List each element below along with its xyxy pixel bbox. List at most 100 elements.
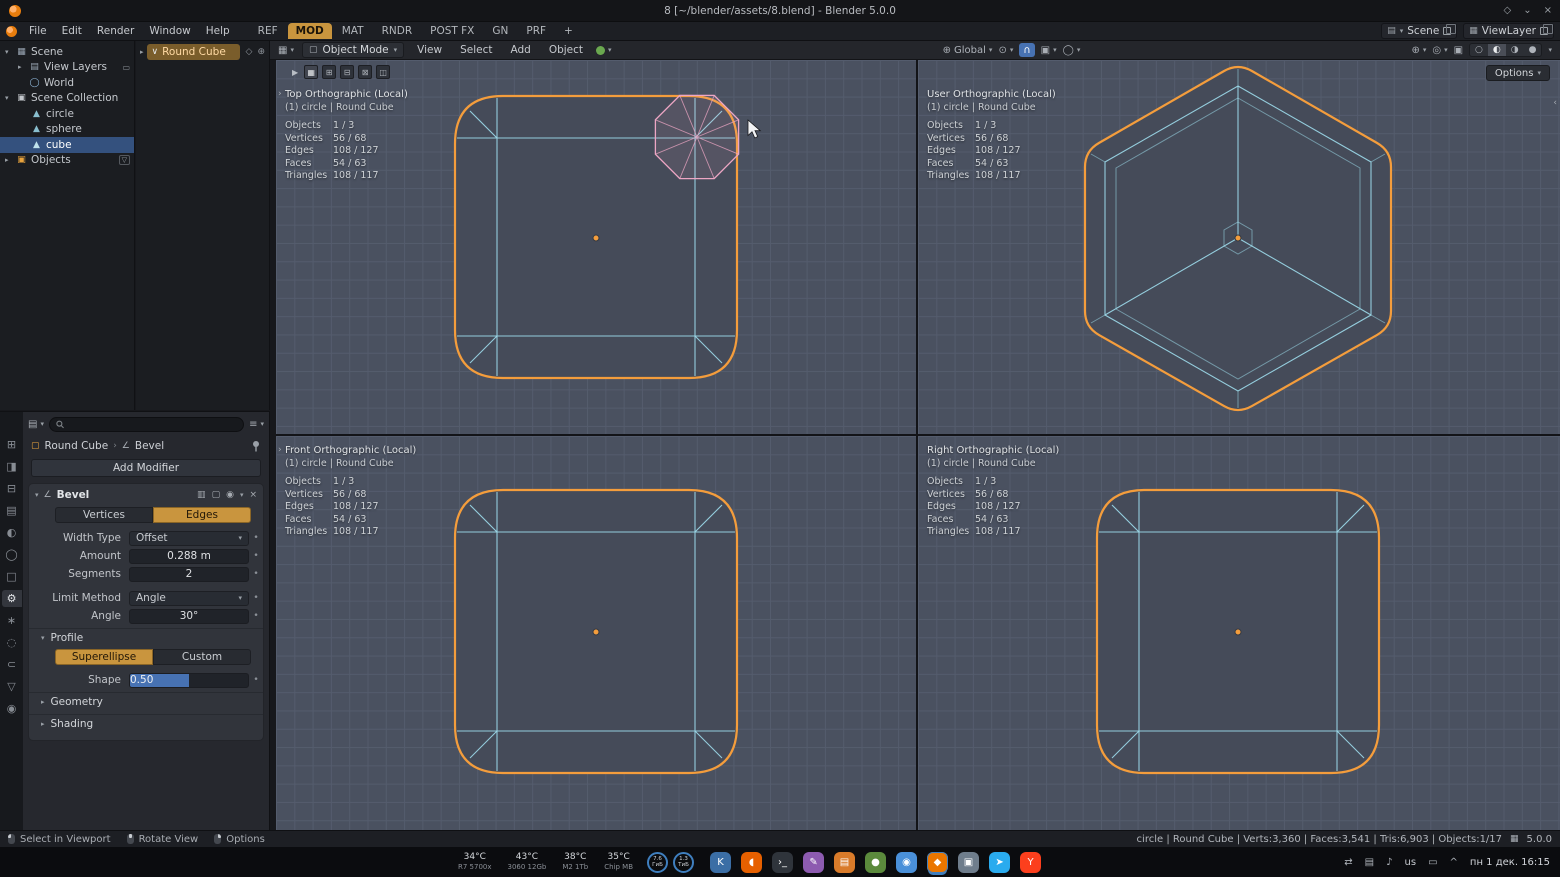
scene-selector[interactable]: ▤ ▾ Scene — [1381, 23, 1457, 39]
menu-window[interactable]: Window — [142, 24, 197, 38]
mode-dropdown[interactable]: ▢ Object Mode ▾ — [302, 42, 404, 58]
tool-header-expand-icon[interactable]: ▶ — [292, 68, 298, 77]
blender-app-icon[interactable]: ◆ — [927, 852, 948, 873]
xray-toggle[interactable]: ▣ — [1454, 45, 1463, 56]
viewport-menu-object[interactable]: Object — [544, 43, 588, 57]
firefox-icon[interactable]: ◖ — [741, 852, 762, 873]
expand-caret-icon[interactable]: ▸ — [18, 63, 28, 71]
properties-editor-type-button[interactable]: ▤ ▾ — [28, 419, 44, 430]
scene-tab-icon[interactable]: ◐ — [2, 524, 22, 541]
proportional-editing-dropdown[interactable]: ◯ ▾ — [1063, 45, 1081, 56]
profile-subpanel-header[interactable]: ▾ Profile — [29, 628, 263, 647]
custom-button[interactable]: Custom — [153, 649, 251, 665]
render-display-toggle[interactable]: ◉ — [226, 490, 234, 500]
volume-icon[interactable]: ♪ — [1386, 857, 1392, 868]
physics-tab-icon[interactable]: ◌ — [2, 634, 22, 651]
krita-icon[interactable]: ✎ — [803, 852, 824, 873]
outliner-row-view-layers[interactable]: ▸ ▤ View Layers ▭ — [0, 60, 134, 76]
toolbar-expand-icon[interactable]: › — [278, 89, 282, 99]
app-icon-green[interactable]: ● — [865, 852, 886, 873]
menu-edit[interactable]: Edit — [55, 24, 89, 38]
shading-dropdown-icon[interactable]: ▾ — [1548, 46, 1552, 54]
toolbar-expand-icon[interactable]: › — [278, 445, 282, 455]
workspace-tab-mat[interactable]: MAT — [334, 23, 372, 39]
modifier-extras-menu[interactable]: ▾ — [240, 491, 244, 499]
telegram-icon[interactable]: ➤ — [989, 852, 1010, 873]
active-tool-button[interactable]: ▾ — [596, 46, 612, 55]
properties-search-box[interactable] — [49, 417, 244, 432]
keyboard-layout[interactable]: us — [1405, 857, 1417, 868]
tray-expander-icon[interactable]: ^ — [1450, 857, 1458, 868]
expand-caret-icon[interactable]: ▾ — [5, 48, 15, 56]
files-icon[interactable]: ▣ — [958, 852, 979, 873]
animate-dot-icon[interactable]: • — [249, 533, 263, 543]
particles-tab-icon[interactable]: ∗ — [2, 612, 22, 629]
viewport-user-ortho[interactable]: ‹ User Orthographic (Local) (1) circle |… — [918, 60, 1560, 434]
outliner-row-objects[interactable]: ▸ ▣ Objects ▽ — [0, 153, 134, 169]
scene-browse-icon[interactable]: ▤ — [1387, 26, 1396, 36]
viewport-menu-view[interactable]: View — [412, 43, 447, 57]
blender-menu-icon[interactable] — [6, 26, 17, 37]
workspace-tab-postfx[interactable]: POST FX — [422, 23, 482, 39]
modifiers-wrench-tab-icon[interactable]: ⚙ — [2, 590, 22, 607]
window-close-button[interactable]: × — [1544, 5, 1552, 16]
clock[interactable]: пн 1 дек. 16:15 — [1470, 857, 1550, 868]
outliner-row-world[interactable]: ◯ World — [0, 75, 134, 91]
menu-file[interactable]: File — [22, 24, 54, 38]
crosshair-icon[interactable]: ⊕ — [257, 47, 265, 57]
sync-icon[interactable]: ◇ — [246, 47, 253, 57]
circle-object-selected[interactable] — [655, 95, 738, 178]
object-data-tab-icon[interactable]: ▽ — [2, 678, 22, 695]
transform-orientation-dropdown[interactable]: ⊕ Global ▾ — [943, 45, 993, 56]
select-mode-new-icon[interactable]: ▦ — [304, 65, 318, 79]
yandex-browser-icon[interactable]: Y — [1020, 852, 1041, 873]
filter-button[interactable]: ≡ ▾ — [249, 419, 264, 430]
window-minimize-button[interactable]: ⌄ — [1523, 5, 1531, 16]
affect-vertices-button[interactable]: Vertices — [55, 507, 153, 523]
editor-type-button[interactable]: ▦ ▾ — [278, 45, 294, 56]
updates-icon[interactable]: ⇄ — [1344, 857, 1352, 868]
snap-with-dropdown[interactable]: ▣ ▾ — [1041, 45, 1057, 56]
animate-dot-icon[interactable]: • — [249, 675, 263, 685]
viewport-front-ortho[interactable]: › Front Orthographic (Local) (1) circle … — [276, 436, 916, 830]
tool-tab-icon[interactable]: ⊞ — [2, 436, 22, 453]
collapse-caret-icon[interactable]: ▾ — [35, 491, 39, 499]
material-shading-icon[interactable]: ◑ — [1506, 44, 1524, 56]
app-icon-blue[interactable]: K — [710, 852, 731, 873]
clipboard-icon[interactable]: ▤ — [1365, 857, 1374, 868]
workspace-tab-mod[interactable]: MOD — [288, 23, 332, 39]
options-button[interactable]: Options ▾ — [1486, 65, 1550, 81]
display-icon[interactable]: ▭ — [1428, 857, 1437, 868]
workspace-tab-ref[interactable]: REF — [250, 23, 286, 39]
animate-dot-icon[interactable]: • — [249, 569, 263, 579]
render-tab-icon[interactable]: ◨ — [2, 458, 22, 475]
sidebar-expand-icon[interactable]: ‹ — [1553, 98, 1557, 108]
material-tab-icon[interactable]: ◉ — [2, 700, 22, 717]
output-tab-icon[interactable]: ⊟ — [2, 480, 22, 497]
rendered-shading-icon[interactable]: ● — [1524, 44, 1542, 56]
new-scene-icon[interactable] — [1443, 27, 1451, 35]
new-viewlayer-icon[interactable] — [1540, 27, 1548, 35]
outliner-row-scene[interactable]: ▾ ▦ Scene — [0, 44, 134, 60]
animate-dot-icon[interactable]: • — [249, 551, 263, 561]
width-type-dropdown[interactable]: Offset ▾ — [129, 531, 249, 546]
chromium-icon[interactable]: ◉ — [896, 852, 917, 873]
viewport-top-ortho[interactable]: › Top Orthographic (Local) (1) circle | … — [276, 60, 916, 434]
outliner-row-scene-collection[interactable]: ▾ ▣ Scene Collection — [0, 91, 134, 107]
select-mode-intersect-icon[interactable]: ◫ — [376, 65, 390, 79]
amount-field[interactable]: 0.288 m — [129, 549, 249, 564]
affect-edges-button[interactable]: Edges — [153, 507, 251, 523]
limit-method-dropdown[interactable]: Angle ▾ — [129, 591, 249, 606]
breadcrumb-object[interactable]: Round Cube — [45, 440, 109, 452]
menu-render[interactable]: Render — [90, 24, 141, 38]
workspace-tab-gn[interactable]: GN — [484, 23, 516, 39]
add-modifier-button[interactable]: Add Modifier — [31, 459, 261, 477]
animate-dot-icon[interactable]: • — [249, 593, 263, 603]
terminal-icon[interactable]: ›_ — [772, 852, 793, 873]
select-mode-invert-icon[interactable]: ⊠ — [358, 65, 372, 79]
solid-shading-icon[interactable]: ◐ — [1488, 44, 1506, 56]
geometry-subpanel-header[interactable]: ▸ Geometry — [29, 692, 263, 711]
stack-item-round-cube[interactable]: ∨ Round Cube — [147, 44, 240, 60]
window-maximize-button[interactable]: ◇ — [1504, 5, 1512, 16]
superellipse-button[interactable]: Superellipse — [55, 649, 153, 665]
